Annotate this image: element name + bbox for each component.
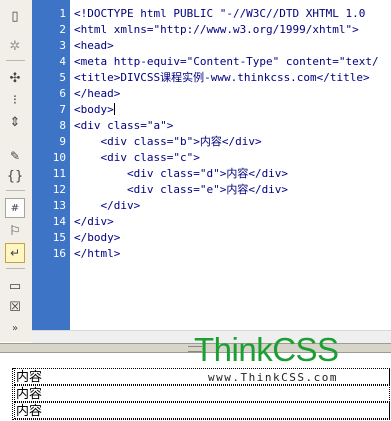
- line-number: 15: [52, 231, 66, 244]
- gear-icon[interactable]: ✲: [5, 36, 25, 56]
- code-editor[interactable]: <!DOCTYPE html PUBLIC "-//W3C//DTD XHTML…: [70, 0, 391, 330]
- preview-div-d: 内容: [14, 385, 390, 402]
- text-caret: [113, 103, 115, 115]
- line-number: 1: [59, 7, 66, 20]
- code-line[interactable]: </div>: [74, 214, 114, 229]
- code-line-current[interactable]: <body>: [74, 102, 115, 117]
- line-number: 10: [52, 151, 66, 164]
- editor-toolbar: ▯ ✲ ✣ ⁝ ⇕ ✎ {} # ⚐ ↵ ▭ ☒ »: [0, 0, 33, 342]
- code-line[interactable]: <title>DIVCSS课程实例-www.thinkcss.com</titl…: [74, 70, 370, 85]
- code-line-text: <body>: [74, 103, 114, 116]
- code-line[interactable]: <div class="a">: [74, 118, 173, 133]
- line-number: 13: [52, 199, 66, 212]
- code-line[interactable]: <html xmlns="http://www.w3.org/1999/xhtm…: [74, 22, 359, 37]
- logo-text: ThinkCSS: [194, 331, 339, 368]
- code-line[interactable]: <div class="b">内容</div>: [74, 134, 261, 149]
- code-line[interactable]: <div class="c">: [74, 150, 199, 165]
- line-number: 5: [59, 71, 66, 84]
- code-line[interactable]: <!DOCTYPE html PUBLIC "-//W3C//DTD XHTML…: [74, 6, 372, 21]
- more-icon[interactable]: »: [5, 318, 25, 338]
- line-number: 6: [59, 87, 66, 100]
- brace-match-icon[interactable]: {}: [5, 166, 25, 186]
- line-number: 2: [59, 23, 66, 36]
- line-number: 11: [52, 167, 66, 180]
- highlight-invalid-icon[interactable]: ⚐: [5, 221, 25, 241]
- design-preview: ThinkCSS www.ThinkCSS.com 内容 内容 内容: [0, 331, 391, 421]
- comment-icon[interactable]: ▭: [5, 276, 25, 296]
- expand-all-icon[interactable]: ✣: [5, 68, 25, 88]
- remove-comment-icon[interactable]: ☒: [5, 297, 25, 317]
- line-number-gutter: 1 2 3 4 5 6 7 8 9 10 11 12 13 14 15 16: [32, 0, 70, 330]
- code-line[interactable]: </div>: [74, 198, 140, 213]
- toolbar-divider: [6, 268, 25, 269]
- code-line[interactable]: </head>: [74, 86, 120, 101]
- line-numbers-icon[interactable]: #: [5, 198, 25, 218]
- line-number: 3: [59, 39, 66, 52]
- code-line[interactable]: <div class="e">内容</div>: [74, 182, 288, 197]
- line-number: 12: [52, 183, 66, 196]
- code-line[interactable]: <meta http-equiv="Content-Type" content=…: [74, 54, 379, 69]
- code-line[interactable]: </body>: [74, 230, 120, 245]
- select-block-icon[interactable]: ⁝: [5, 90, 25, 110]
- line-number: 16: [52, 247, 66, 260]
- code-line[interactable]: <div class="d">内容</div>: [74, 166, 288, 181]
- tag-inspector-icon[interactable]: ✎: [5, 146, 25, 166]
- toolbar-divider: [6, 60, 25, 61]
- code-line[interactable]: </html>: [74, 246, 120, 261]
- preview-div-e: 内容: [14, 402, 390, 419]
- line-number: 4: [59, 55, 66, 68]
- preview-div-b: 内容: [14, 368, 390, 385]
- code-line[interactable]: <head>: [74, 38, 114, 53]
- line-number: 7: [59, 103, 66, 116]
- toolbar-divider: [6, 190, 25, 191]
- line-number: 8: [59, 119, 66, 132]
- collapse-icon[interactable]: ⇕: [5, 112, 25, 132]
- line-number: 14: [52, 215, 66, 228]
- word-wrap-icon[interactable]: ↵: [5, 243, 25, 263]
- line-number: 9: [59, 135, 66, 148]
- new-document-icon[interactable]: ▯: [5, 6, 25, 26]
